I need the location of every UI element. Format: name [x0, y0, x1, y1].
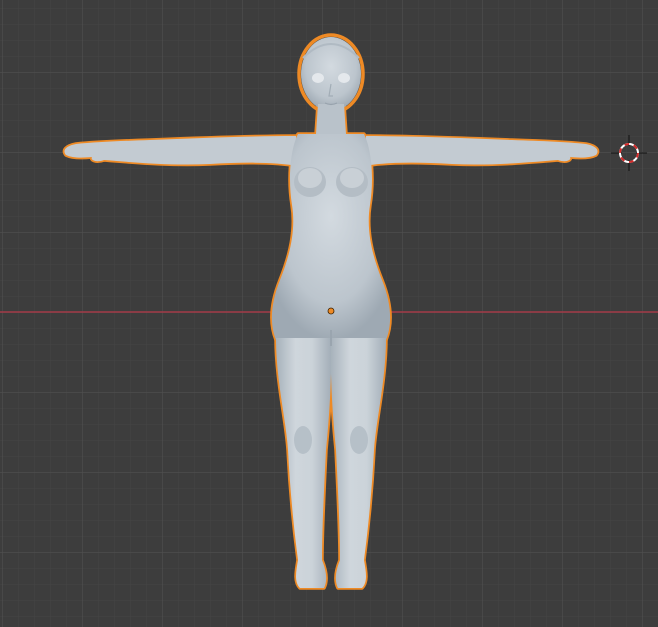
head [301, 37, 361, 111]
neck [316, 104, 346, 134]
left-eye [312, 73, 324, 83]
left-knee [294, 426, 312, 454]
chest-left-highlight [298, 168, 322, 188]
right-knee [350, 426, 368, 454]
viewport-canvas[interactable] [0, 0, 658, 627]
chest-right-highlight [340, 168, 364, 188]
3d-viewport[interactable] [0, 0, 658, 627]
origin-dot-icon[interactable] [327, 307, 335, 315]
right-eye [338, 73, 350, 83]
